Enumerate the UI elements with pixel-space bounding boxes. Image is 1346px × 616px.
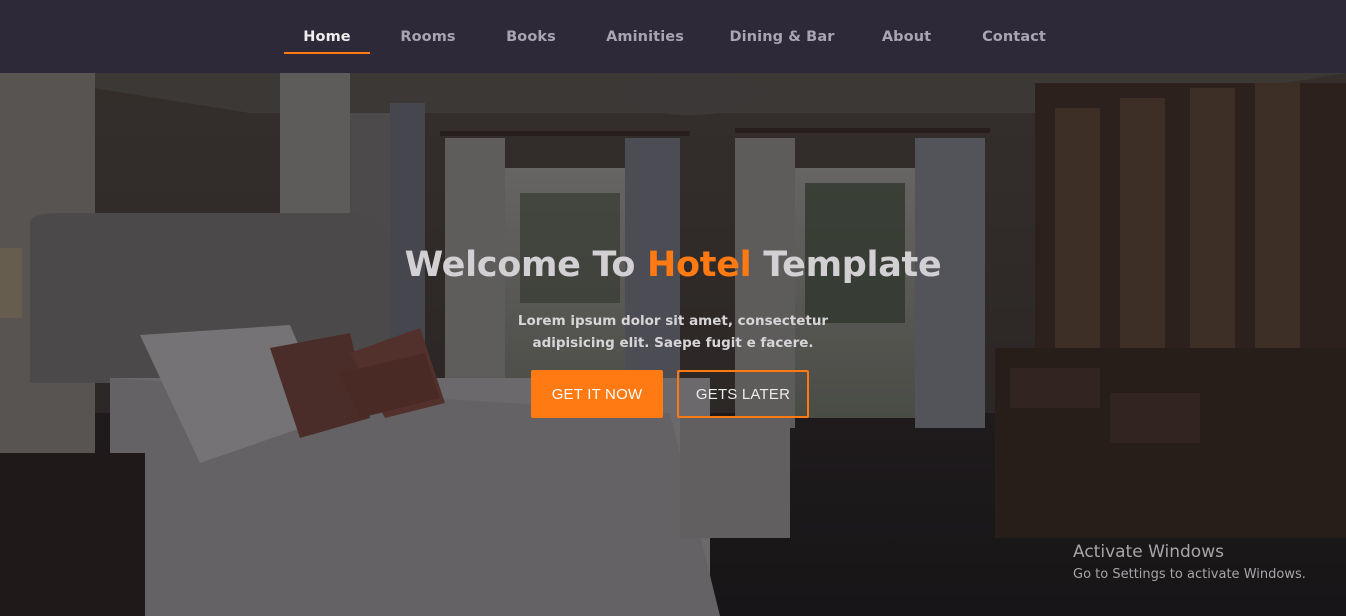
watermark-subtitle: Go to Settings to activate Windows. [1073, 567, 1306, 582]
hero-subtitle-line1: Lorem ipsum dolor sit amet, consectetur [517, 313, 829, 329]
activate-windows-watermark: Activate Windows Go to Settings to activ… [1073, 542, 1306, 582]
nav-item-dining-bar[interactable]: Dining & Bar [714, 0, 850, 73]
hero-content: Welcome To Hotel Template Lorem ipsum do… [0, 73, 1346, 616]
nav-item-label: Aminities [606, 28, 684, 45]
hero-title: Welcome To Hotel Template [0, 245, 1346, 285]
nav-item-label: Books [506, 28, 556, 45]
watermark-title: Activate Windows [1073, 542, 1224, 562]
hero-title-part1: Welcome To [404, 245, 648, 285]
nav-item-label: About [881, 28, 932, 45]
active-nav-underline [284, 52, 370, 54]
nav-item-about[interactable]: About [850, 0, 963, 73]
nav-item-label: Dining & Bar [729, 28, 835, 45]
nav-item-label: Rooms [400, 28, 456, 45]
nav-item-contact[interactable]: Contact [963, 0, 1065, 73]
hero-title-accent: Hotel [647, 245, 752, 285]
hero-subtitle: Lorem ipsum dolor sit amet, consectetur … [473, 310, 873, 354]
nav-item-aminities[interactable]: Aminities [576, 0, 714, 73]
get-it-now-button[interactable]: GET IT NOW [531, 370, 663, 418]
hero-section: Welcome To Hotel Template Lorem ipsum do… [0, 73, 1346, 616]
nav-item-rooms[interactable]: Rooms [370, 0, 486, 73]
nav-list: Home Rooms Books Aminities Dining & Bar … [284, 0, 1065, 73]
nav-item-label: Contact [982, 28, 1046, 45]
top-navbar: Home Rooms Books Aminities Dining & Bar … [0, 0, 1346, 73]
nav-item-books[interactable]: Books [486, 0, 576, 73]
hero-subtitle-line2: adipisicing elit. Saepe fugit e facere. [532, 335, 814, 351]
gets-later-button[interactable]: GETS LATER [677, 370, 809, 418]
nav-item-label: Home [303, 28, 351, 45]
nav-item-home[interactable]: Home [284, 0, 370, 73]
hero-title-part2: Template [751, 245, 942, 285]
